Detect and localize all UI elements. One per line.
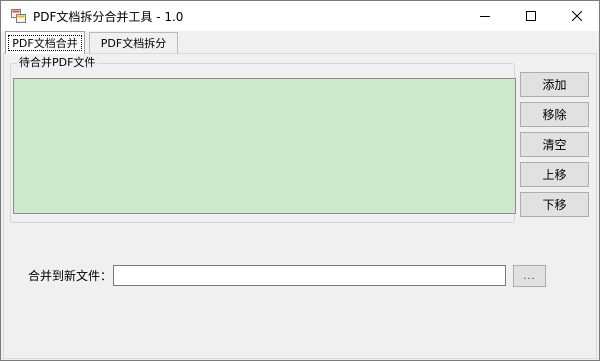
pending-files-list[interactable] bbox=[13, 78, 516, 214]
merge-output-label: 合并到新文件： bbox=[28, 269, 113, 283]
tab-pdf-split[interactable]: PDF文档拆分 bbox=[89, 32, 178, 53]
tab-pdf-merge[interactable]: PDF文档合并 bbox=[5, 31, 85, 54]
move-up-button[interactable]: 上移 bbox=[520, 162, 589, 187]
browse-button[interactable]: ... bbox=[513, 265, 546, 287]
minimize-button[interactable] bbox=[462, 1, 508, 31]
maximize-icon bbox=[526, 11, 536, 21]
minimize-icon bbox=[480, 16, 490, 17]
clear-button[interactable]: 清空 bbox=[520, 132, 589, 157]
app-icon bbox=[11, 9, 27, 23]
pending-files-group-label: 待合并PDF文件 bbox=[17, 56, 98, 70]
window-title: PDF文档拆分合并工具 - 1.0 bbox=[33, 10, 184, 24]
title-bar[interactable]: PDF文档拆分合并工具 - 1.0 bbox=[1, 1, 599, 31]
tab-pdf-split-label: PDF文档拆分 bbox=[100, 37, 167, 50]
remove-button[interactable]: 移除 bbox=[520, 102, 589, 127]
app-window: PDF文档拆分合并工具 - 1.0 PDF文档合并 PDF文档拆分 待合并PDF… bbox=[0, 0, 600, 361]
focus-rectangle bbox=[8, 35, 82, 51]
maximize-button[interactable] bbox=[508, 1, 554, 31]
close-button[interactable] bbox=[554, 1, 600, 31]
tab-strip: PDF文档合并 PDF文档拆分 bbox=[3, 31, 597, 55]
add-button[interactable]: 添加 bbox=[520, 72, 589, 97]
merge-output-field[interactable] bbox=[113, 265, 506, 286]
move-down-button[interactable]: 下移 bbox=[520, 192, 589, 217]
close-icon bbox=[572, 11, 582, 21]
merge-tab-panel: 待合并PDF文件 添加 移除 清空 上移 下移 合并到新文件： ... bbox=[3, 53, 597, 359]
